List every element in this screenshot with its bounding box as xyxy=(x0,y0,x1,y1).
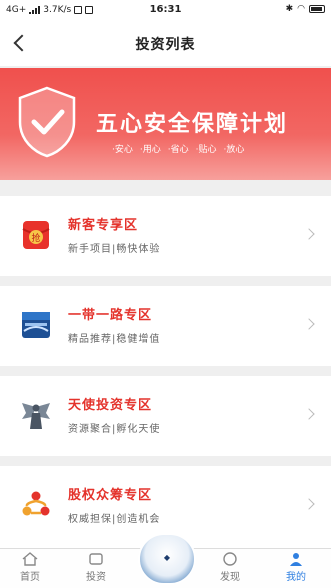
tab-label: 投资 xyxy=(86,572,106,583)
page-title: 投资列表 xyxy=(135,37,196,53)
banner-tag: ·贴心 xyxy=(195,145,217,155)
card-title: 天使投资专区 xyxy=(68,398,153,413)
chevron-right-icon xyxy=(303,408,315,420)
card-new-customer[interactable]: 抢 新客专享区 新手项目|畅快体验 xyxy=(0,196,331,276)
card-subtitle: 精品推荐|稳健增值 xyxy=(68,334,161,345)
fab-logo-icon: ◆ xyxy=(163,553,171,562)
shield-icon xyxy=(18,86,76,158)
card-title: 一带一路专区 xyxy=(68,308,153,323)
nav-bar: 投资列表 xyxy=(0,22,331,66)
banner-title: 五心安全保障计划 xyxy=(96,112,289,137)
card-angel-investment[interactable]: 天使投资专区 资源聚合|孵化天使 xyxy=(0,376,331,456)
home-icon xyxy=(22,552,38,566)
banner-tag: ·放心 xyxy=(223,145,245,155)
compass-icon xyxy=(223,552,237,566)
invest-icon xyxy=(89,553,103,565)
card-subtitle: 资源聚合|孵化天使 xyxy=(68,424,161,435)
user-icon xyxy=(290,553,302,566)
tab-label: 首页 xyxy=(20,572,40,583)
tab-invest[interactable]: 投资 xyxy=(66,552,126,583)
chevron-right-icon xyxy=(303,318,315,330)
equity-icon xyxy=(22,491,50,516)
battery-icon xyxy=(309,5,325,13)
card-title: 股权众筹专区 xyxy=(68,488,153,503)
clock: 16:31 xyxy=(149,4,182,15)
safety-banner[interactable]: 五心安全保障计划 ·安心 ·用心 ·省心 ·贴心 ·放心 xyxy=(0,68,331,180)
tab-mine[interactable]: 我的 xyxy=(266,552,326,583)
center-fab-button[interactable]: ◆ xyxy=(138,533,196,585)
banner-tags: ·安心 ·用心 ·省心 ·贴心 ·放心 xyxy=(112,142,244,155)
tab-label: 我的 xyxy=(286,572,306,583)
angel-icon xyxy=(22,403,50,429)
banner-tag: ·安心 xyxy=(112,145,133,155)
banner-tag: ·省心 xyxy=(167,145,189,155)
wifi-icon: ◠ xyxy=(297,4,305,14)
status-bar: 4G+ 3.7K/s 16:31 ✱ ◠ xyxy=(0,0,331,22)
svg-text:抢: 抢 xyxy=(31,232,40,244)
chevron-right-icon xyxy=(303,228,315,240)
chevron-right-icon xyxy=(303,498,315,510)
red-packet-icon: 抢 xyxy=(22,221,50,249)
bluetooth-icon: ✱ xyxy=(285,4,294,14)
card-subtitle: 新手项目|畅快体验 xyxy=(68,244,161,255)
banner-tag: ·用心 xyxy=(139,145,161,155)
card-title: 新客专享区 xyxy=(68,218,139,233)
card-belt-road[interactable]: 一带一路专区 精品推荐|稳健增值 xyxy=(0,286,331,366)
tab-label: 发现 xyxy=(220,572,240,583)
tab-home[interactable]: 首页 xyxy=(0,552,60,583)
belt-road-icon xyxy=(22,312,50,338)
card-subtitle: 权威担保|创造机会 xyxy=(68,514,161,525)
tab-discover[interactable]: 发现 xyxy=(200,552,260,583)
